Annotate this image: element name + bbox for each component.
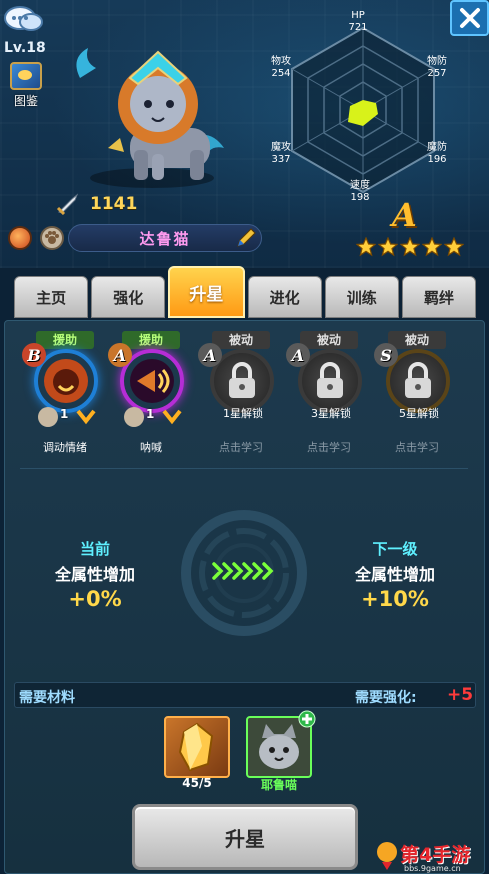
combat-power-value: 1141 — [90, 194, 138, 214]
tab-4[interactable]: 训练 — [324, 276, 399, 318]
skill-slot-0[interactable]: 援助 1 调动情绪 B — [20, 331, 106, 457]
skill-name: 呐喊 — [140, 441, 162, 454]
skill-grade-badge: A — [198, 343, 222, 367]
stat-mag-atk: 魔攻 337 — [271, 142, 291, 165]
skill-type-tag: 被动 — [212, 331, 270, 349]
materials-header: 需要材料 需要强化: +5 — [14, 682, 476, 708]
skill-grade-badge: A — [108, 343, 132, 367]
hero-name: 达鲁猫 — [68, 224, 262, 252]
stat-hp: HP 721 — [348, 10, 368, 33]
shout-skill-icon — [130, 359, 174, 403]
skill-list: 援助 1 调动情绪 B 援助 1 呐喊 A 被动 1星解锁 点击学习 A 被动 3星解锁 点击学习 A 被动 5星… — [10, 331, 480, 461]
skill-slot-4[interactable]: 被动 5星解锁点击学习 S — [372, 331, 458, 457]
lock-icon — [405, 362, 431, 398]
skill-type-tag: 被动 — [300, 331, 358, 349]
hero-grade: A — [392, 196, 417, 234]
star-icon — [377, 236, 398, 257]
next-label: 下一级 — [372, 540, 418, 558]
lock-icon — [317, 362, 343, 398]
required-enhance-value: +5 — [447, 685, 474, 705]
stat-mag-def: 魔防 196 — [427, 142, 447, 165]
material-pet-name: 耶鲁喵 — [260, 778, 297, 792]
materials-title: 需要材料 — [19, 690, 75, 706]
site-watermark: 第4手游 bbs.9game.cn — [374, 838, 489, 874]
unlock-requirement: 1星解锁 — [223, 407, 263, 420]
skill-level: 1 — [146, 407, 155, 421]
roaring-lion-skill-icon — [44, 359, 88, 403]
codex-book-icon — [10, 62, 42, 90]
skill-name: 调动情绪 — [43, 441, 87, 454]
chat-button[interactable] — [2, 2, 46, 38]
watermark-text: 第4手游 — [400, 844, 471, 866]
required-enhance-label: 需要强化: — [355, 690, 417, 706]
tab-bar: 主页 强化 升星 进化 训练 羁绊 — [14, 266, 477, 318]
rename-pencil-icon[interactable] — [234, 226, 258, 250]
star-icon — [399, 236, 420, 257]
combat-power: 1141 — [56, 193, 256, 215]
current-value: +0% — [68, 587, 122, 611]
codex-label: 图鉴 — [13, 94, 38, 108]
stat-speed: 速度 198 — [350, 180, 370, 203]
next-desc: 全属性增加 — [354, 565, 435, 584]
skill-grade-badge: S — [374, 343, 398, 367]
skill-learn-hint: 点击学习 — [395, 441, 439, 454]
hero-name-bar: 达鲁猫 — [6, 224, 262, 252]
skill-learn-hint: 点击学习 — [219, 441, 263, 454]
pet-lion-model — [76, 48, 224, 188]
chat-bubbles-icon — [4, 6, 43, 31]
watermark-logo-icon — [377, 842, 397, 870]
stat-phys-def: 物防 257 — [427, 56, 447, 79]
arrow-right-icon — [212, 562, 274, 580]
amber-crystal-icon — [178, 722, 214, 772]
star-rating — [355, 236, 464, 257]
skill-level: 1 — [60, 407, 69, 421]
skill-slot-3[interactable]: 被动 3星解锁点击学习 A — [284, 331, 370, 457]
section-divider — [20, 468, 468, 469]
skill-grade-badge: A — [286, 343, 310, 367]
skill-type-tag: 被动 — [388, 331, 446, 349]
current-desc: 全属性增加 — [54, 565, 135, 584]
star-icon — [443, 236, 464, 257]
unlock-requirement: 5星解锁 — [399, 407, 439, 420]
close-icon — [459, 8, 480, 28]
skill-slot-1[interactable]: 援助 1 呐喊 A — [106, 331, 192, 457]
codex-button[interactable]: 图鉴 — [6, 62, 46, 110]
fire-element-icon — [8, 226, 32, 250]
tab-5[interactable]: 羁绊 — [401, 276, 477, 318]
unlock-requirement: 3星解锁 — [311, 407, 351, 420]
material-crystal[interactable]: 45/5 — [164, 716, 230, 794]
tab-0[interactable]: 主页 — [14, 276, 89, 318]
star-up-button[interactable]: 升星 — [132, 804, 358, 870]
skill-slot-2[interactable]: 被动 1星解锁点击学习 A — [196, 331, 282, 457]
paw-type-icon — [40, 226, 64, 250]
next-bonus: 下一级 全属性增加 +10% — [320, 538, 470, 611]
sword-icon — [56, 193, 79, 215]
material-pet[interactable]: 耶鲁喵 — [246, 710, 316, 794]
skill-type-tag: 援助 — [36, 331, 94, 349]
current-label: 当前 — [79, 540, 110, 558]
skill-learn-hint: 点击学习 — [307, 441, 351, 454]
skill-grade-badge: B — [22, 343, 46, 367]
add-plus-icon[interactable] — [298, 710, 316, 728]
next-value: +10% — [361, 587, 429, 611]
tab-1[interactable]: 强化 — [91, 276, 166, 318]
stat-phys-atk: 物攻 254 — [271, 56, 291, 79]
material-crystal-count: 45/5 — [182, 776, 212, 790]
tab-2[interactable]: 升星 — [168, 266, 245, 318]
current-bonus: 当前 全属性增加 +0% — [20, 538, 170, 611]
star-icon — [355, 236, 376, 257]
skill-type-tag: 援助 — [122, 331, 180, 349]
lock-icon — [229, 362, 255, 398]
tab-3[interactable]: 进化 — [247, 276, 322, 318]
star-icon — [421, 236, 442, 257]
watermark-url: bbs.9game.cn — [404, 864, 461, 873]
player-level: Lv.18 — [4, 40, 46, 56]
